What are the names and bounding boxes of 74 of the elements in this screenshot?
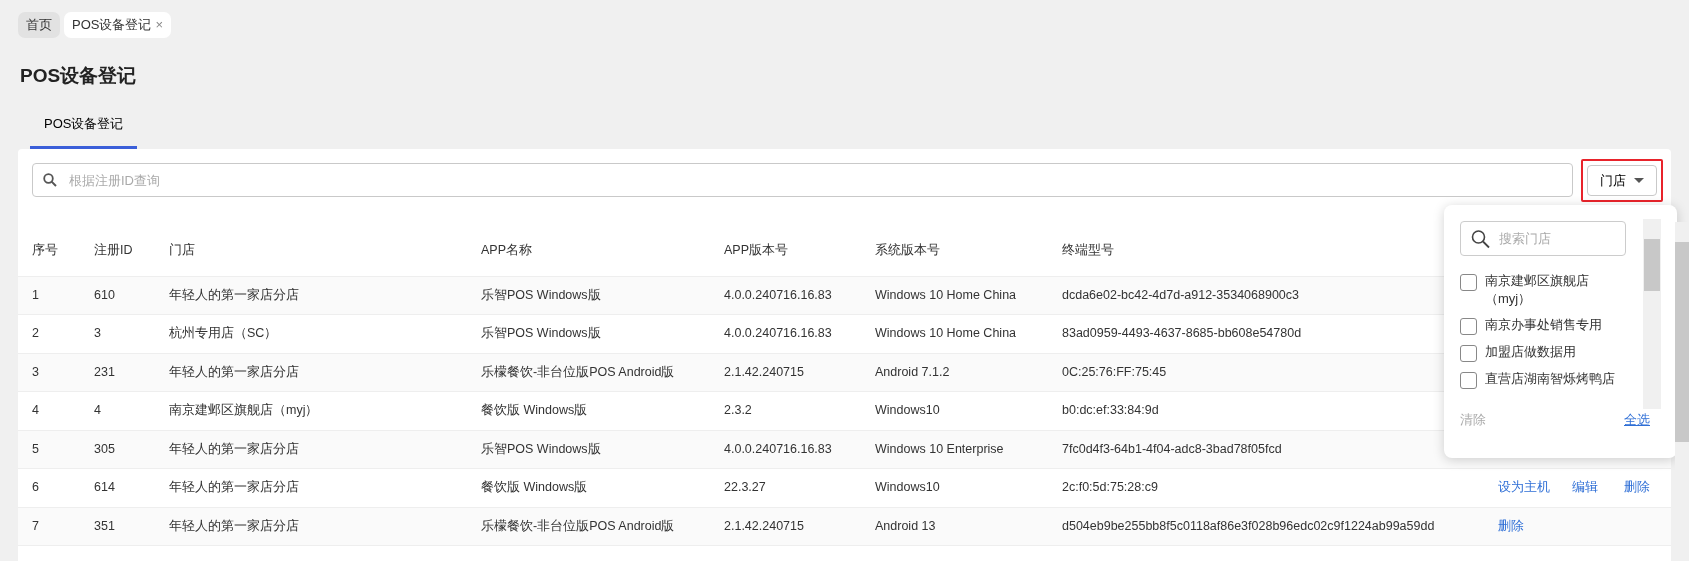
- action-link[interactable]: 编辑: [1570, 470, 1600, 506]
- action-link[interactable]: 设为主机: [1496, 470, 1552, 506]
- table-cell: d504eb9be255bb8f5c0118af86e3f028b96edc02c9f1224ab99a59dd: [1048, 507, 1482, 546]
- option-label[interactable]: 南京建邺区旗舰店（myj）: [1485, 272, 1630, 308]
- page-title: POS设备登记: [20, 63, 138, 88]
- table-cell: 4.0.0.240716.16.83: [710, 276, 861, 315]
- checkbox[interactable]: [1460, 274, 1477, 291]
- table-cell: Windows 10 Enterprise: [861, 430, 1048, 469]
- table-cell: 22.3.27: [710, 468, 861, 507]
- table-cell: 年轻人的第一家店分店: [155, 353, 467, 392]
- table-cell: 2c:f0:5d:75:28:c9: [1048, 468, 1482, 507]
- table-cell: 年轻人的第一家店分店: [155, 507, 467, 546]
- list-scrollbar[interactable]: [1643, 219, 1661, 409]
- table-cell: 231: [80, 353, 155, 392]
- table-cell: 7: [18, 507, 80, 546]
- table-cell: 3: [80, 314, 155, 353]
- option-label[interactable]: 加盟店做数据用: [1485, 343, 1576, 361]
- table-cell: 2.1.42.240715: [710, 353, 861, 392]
- column-header: APP名称: [467, 202, 710, 276]
- table-cell: Android 7.1.2: [861, 353, 1048, 392]
- caret-icon: [1634, 177, 1644, 183]
- column-header: 注册ID: [80, 202, 155, 276]
- table-cell: 4.0.0.240716.16.83: [710, 430, 861, 469]
- table-cell: 乐智POS Windows版: [467, 430, 710, 469]
- table-cell: 4.0.0.240716.16.83: [710, 314, 861, 353]
- table-cell: 乐智POS Windows版: [467, 314, 710, 353]
- table-cell: 5: [18, 430, 80, 469]
- table-cell: 351: [80, 507, 155, 546]
- page-tab[interactable]: 首页: [18, 12, 60, 38]
- checkbox[interactable]: [1460, 372, 1477, 389]
- table-cell: 614: [80, 468, 155, 507]
- table-cell: Windows 10 Home China: [861, 276, 1048, 315]
- checkbox[interactable]: [1460, 318, 1477, 335]
- table-cell: 3: [18, 353, 80, 392]
- table-cell: 乐檬餐饮-非台位版POS Android版: [467, 507, 710, 546]
- option-label[interactable]: 南京办事处销售专用: [1485, 316, 1602, 334]
- action-link[interactable]: 删除: [1618, 472, 1656, 504]
- table-cell: Windows10: [861, 391, 1048, 430]
- table-cell: 1: [18, 276, 80, 315]
- option-label[interactable]: 直营店湖南智烁烤鸭店: [1485, 370, 1615, 388]
- table-cell: 4: [18, 391, 80, 430]
- table-cell: 年轻人的第一家店分店: [155, 468, 467, 507]
- table-cell: 乐智POS Windows版: [467, 276, 710, 315]
- table-cell: 2.1.42.240715: [710, 507, 861, 546]
- table-cell: 餐饮版 Windows版: [467, 468, 710, 507]
- store-search-field[interactable]: 搜索门店: [1460, 221, 1626, 256]
- table-cell: Windows10: [861, 468, 1048, 507]
- select-all-link[interactable]: 全选: [1624, 410, 1650, 430]
- table-cell: 6: [18, 468, 80, 507]
- search-icon: [43, 173, 57, 188]
- page-tab[interactable]: POS设备登记 ×: [64, 12, 172, 38]
- table-cell: 610: [80, 276, 155, 315]
- table-cell: Windows 10 Home China: [861, 314, 1048, 353]
- action-link[interactable]: 删除: [1496, 508, 1526, 544]
- table-cell: 2.3.2: [710, 391, 861, 430]
- table-cell: 4: [80, 391, 155, 430]
- column-header: 序号: [18, 202, 80, 276]
- table-cell: 餐饮版 Windows版: [467, 391, 710, 430]
- table-cell: 南京建邺区旗舰店（myj）: [155, 391, 467, 430]
- close-icon[interactable]: ×: [155, 17, 164, 32]
- table-cell: Android 13: [861, 507, 1048, 546]
- checkbox[interactable]: [1460, 345, 1477, 362]
- column-header: 门店: [155, 202, 467, 276]
- table-cell: 杭州专用店（SC）: [155, 314, 467, 353]
- store-filter-dropdown[interactable]: 门店: [1587, 164, 1657, 196]
- table-cell: 305: [80, 430, 155, 469]
- search-icon: [1471, 229, 1490, 248]
- search-field[interactable]: 根据注册ID查询: [32, 163, 1573, 198]
- column-header: APP版本号: [710, 202, 861, 276]
- table-cell: 年轻人的第一家店分店: [155, 276, 467, 315]
- table-cell: 2: [18, 314, 80, 353]
- table-cell: 年轻人的第一家店分店: [155, 430, 467, 469]
- table-cell: 乐檬餐饮-非台位版POS Android版: [467, 353, 710, 392]
- column-header: 系统版本号: [861, 202, 1048, 276]
